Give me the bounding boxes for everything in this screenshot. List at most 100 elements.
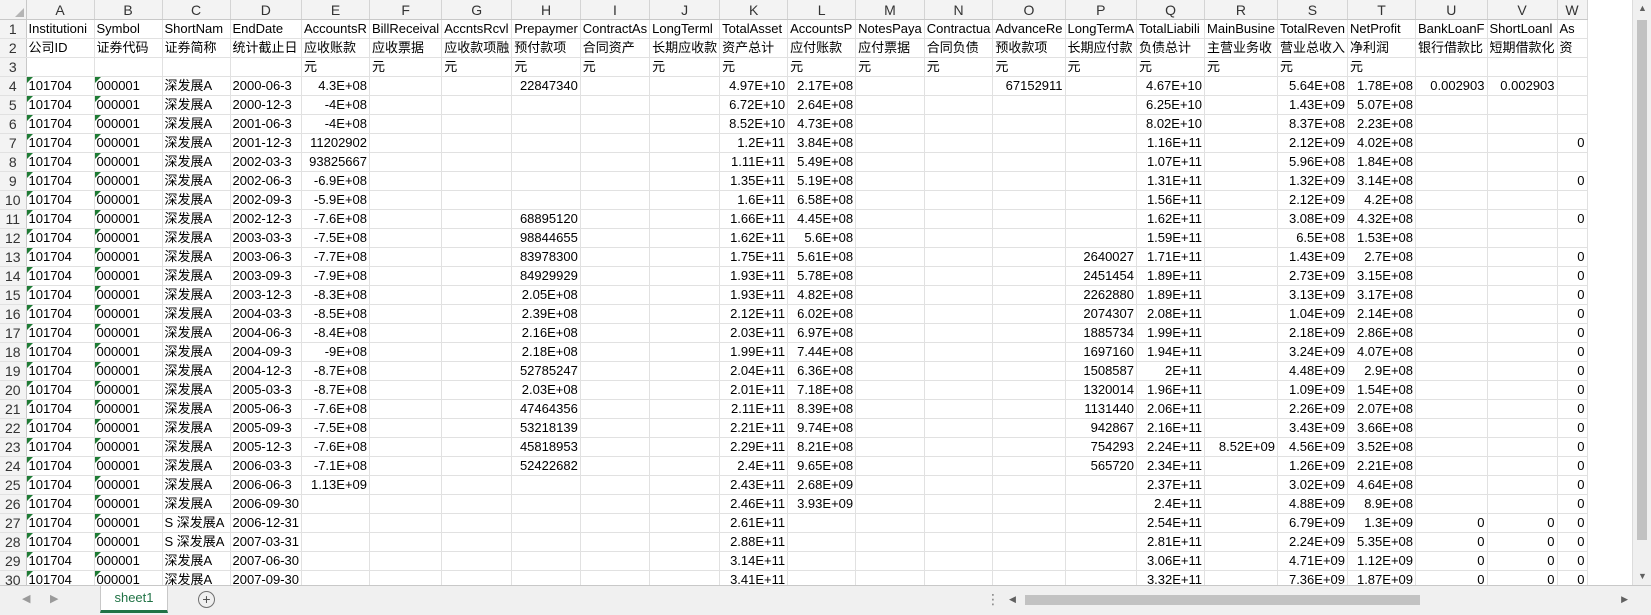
cell[interactable]: 2.54E+11 bbox=[1136, 513, 1206, 533]
cell[interactable] bbox=[924, 285, 994, 305]
cell[interactable]: 4.02E+08 bbox=[1347, 133, 1416, 153]
cell[interactable]: 000001 bbox=[94, 190, 163, 210]
cell[interactable]: 1697160 bbox=[1065, 342, 1138, 362]
cell[interactable]: 4.73E+08 bbox=[787, 114, 857, 134]
cell[interactable]: 53218139 bbox=[511, 418, 581, 438]
cell[interactable]: 深发展A bbox=[162, 228, 231, 248]
cell[interactable]: 98844655 bbox=[511, 228, 581, 248]
cell[interactable]: 元 bbox=[719, 57, 789, 77]
cell[interactable]: 101704 bbox=[26, 152, 95, 172]
cell[interactable] bbox=[1487, 361, 1558, 381]
cell[interactable] bbox=[441, 475, 513, 495]
cell[interactable] bbox=[1204, 247, 1278, 267]
cell[interactable] bbox=[855, 133, 925, 153]
cell[interactable] bbox=[649, 380, 721, 400]
cell[interactable]: 深发展A bbox=[162, 570, 231, 585]
row-header[interactable]: 12 bbox=[0, 228, 27, 248]
cell[interactable]: 深发展A bbox=[162, 342, 231, 362]
cell[interactable] bbox=[649, 418, 721, 438]
cell[interactable]: 2.34E+11 bbox=[1136, 456, 1206, 476]
cell[interactable]: 5.6E+08 bbox=[787, 228, 857, 248]
cell[interactable]: 000001 bbox=[94, 247, 163, 267]
cell[interactable] bbox=[855, 456, 925, 476]
cell[interactable]: 2.12E+09 bbox=[1277, 190, 1349, 210]
cell[interactable] bbox=[511, 570, 581, 585]
cell[interactable] bbox=[441, 209, 513, 229]
cell[interactable]: -6.9E+08 bbox=[301, 171, 370, 191]
cell[interactable] bbox=[1065, 532, 1138, 552]
cell[interactable] bbox=[441, 532, 513, 552]
cell[interactable]: 5.78E+08 bbox=[787, 266, 857, 286]
cell[interactable]: 0 bbox=[1557, 532, 1588, 552]
cell[interactable]: 2.24E+09 bbox=[1277, 532, 1349, 552]
cell[interactable] bbox=[369, 171, 443, 191]
cell[interactable] bbox=[1415, 494, 1488, 514]
cell[interactable] bbox=[1204, 95, 1278, 115]
cell[interactable] bbox=[369, 551, 443, 571]
cell[interactable]: 2003-03-3 bbox=[230, 228, 302, 248]
cell[interactable] bbox=[1415, 114, 1488, 134]
cell[interactable] bbox=[441, 95, 513, 115]
cell[interactable] bbox=[1487, 285, 1558, 305]
cell[interactable]: 证券简称 bbox=[162, 38, 231, 58]
cell[interactable]: 3.41E+11 bbox=[719, 570, 789, 585]
cell[interactable] bbox=[369, 190, 443, 210]
cell[interactable] bbox=[441, 399, 513, 419]
cell[interactable]: 000001 bbox=[94, 171, 163, 191]
cell[interactable]: -8.3E+08 bbox=[301, 285, 370, 305]
row-header[interactable]: 2 bbox=[0, 38, 27, 58]
cell[interactable] bbox=[1415, 171, 1488, 191]
cell[interactable]: 5.61E+08 bbox=[787, 247, 857, 267]
cell[interactable] bbox=[1065, 152, 1138, 172]
cell[interactable] bbox=[1204, 361, 1278, 381]
cell[interactable] bbox=[924, 342, 994, 362]
cell[interactable] bbox=[855, 323, 925, 343]
cell[interactable]: 深发展A bbox=[162, 551, 231, 571]
cell[interactable] bbox=[511, 513, 581, 533]
cell[interactable] bbox=[369, 209, 443, 229]
cell[interactable]: 2.73E+09 bbox=[1277, 266, 1349, 286]
cell[interactable]: 000001 bbox=[94, 551, 163, 571]
cell[interactable]: 101704 bbox=[26, 266, 95, 286]
cell[interactable] bbox=[924, 570, 994, 585]
cell[interactable] bbox=[1065, 114, 1138, 134]
cell[interactable] bbox=[992, 95, 1066, 115]
cell[interactable]: 22847340 bbox=[511, 76, 581, 96]
cell[interactable] bbox=[1204, 494, 1278, 514]
cell[interactable] bbox=[1557, 152, 1588, 172]
cell[interactable]: 1.89E+11 bbox=[1136, 285, 1206, 305]
cell[interactable]: 942867 bbox=[1065, 418, 1138, 438]
cell[interactable]: 2007-03-31 bbox=[230, 532, 302, 552]
cell[interactable] bbox=[1415, 456, 1488, 476]
cell[interactable] bbox=[649, 551, 721, 571]
cell[interactable]: 元 bbox=[649, 57, 721, 77]
cell[interactable]: TotalLiabili bbox=[1136, 19, 1206, 39]
cell[interactable] bbox=[1204, 570, 1278, 585]
cell[interactable] bbox=[924, 266, 994, 286]
cell[interactable] bbox=[1204, 456, 1278, 476]
cell[interactable]: 0 bbox=[1557, 494, 1588, 514]
cell[interactable]: 预收款项 bbox=[992, 38, 1066, 58]
column-header-u[interactable]: U bbox=[1415, 0, 1488, 20]
cell[interactable]: 101704 bbox=[26, 323, 95, 343]
cell[interactable] bbox=[992, 190, 1066, 210]
cell[interactable] bbox=[992, 228, 1066, 248]
cell[interactable] bbox=[1204, 114, 1278, 134]
cell[interactable]: 元 bbox=[369, 57, 443, 77]
cell[interactable] bbox=[580, 418, 651, 438]
cell[interactable] bbox=[580, 361, 651, 381]
cell[interactable] bbox=[511, 190, 581, 210]
cell[interactable]: 2.7E+08 bbox=[1347, 247, 1416, 267]
cell[interactable]: 101704 bbox=[26, 475, 95, 495]
cell[interactable] bbox=[855, 513, 925, 533]
cell[interactable]: 0 bbox=[1557, 570, 1588, 585]
cell[interactable]: 2.18E+08 bbox=[511, 342, 581, 362]
row-header[interactable]: 8 bbox=[0, 152, 27, 172]
cell[interactable]: 2003-12-3 bbox=[230, 285, 302, 305]
cell[interactable] bbox=[924, 551, 994, 571]
cell[interactable] bbox=[924, 475, 994, 495]
cell[interactable]: 2.03E+11 bbox=[719, 323, 789, 343]
cell[interactable] bbox=[580, 513, 651, 533]
cell[interactable]: 3.08E+09 bbox=[1277, 209, 1349, 229]
cell[interactable]: 9.65E+08 bbox=[787, 456, 857, 476]
